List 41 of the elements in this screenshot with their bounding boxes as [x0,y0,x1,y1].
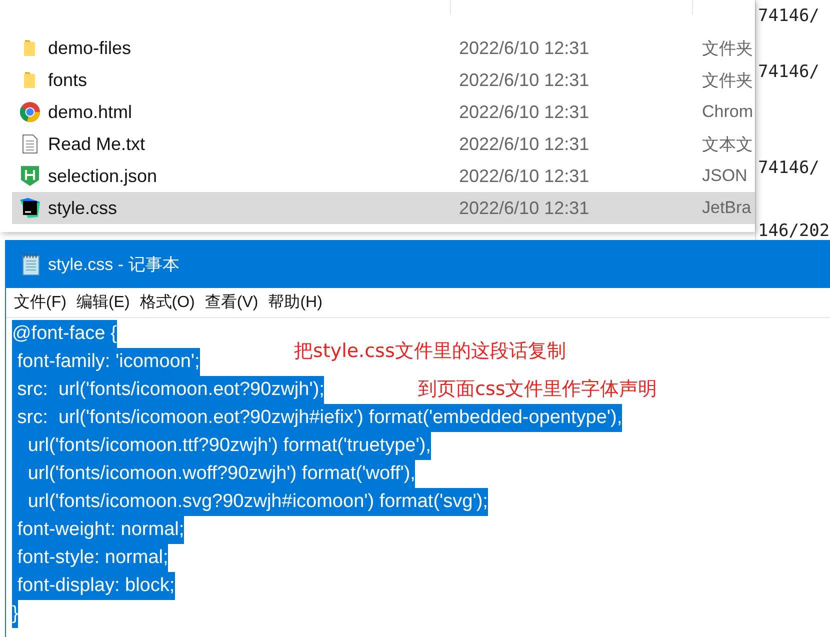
file-date: 2022/6/10 12:31 [459,198,590,218]
file-name: demo-files [48,38,132,58]
file-row[interactable]: style.css 2022/6/10 12:31 JetBra [12,192,755,224]
file-type: 文件夹 [702,38,753,60]
file-row[interactable]: demo-files 2022/6/10 12:31 文件夹 [12,32,755,64]
menu-item[interactable]: 文件(F) [14,292,66,313]
path-text: 74146/ [758,158,820,178]
annotation-text: 把style.css文件里的这段话复制 [294,339,566,364]
file-name: fonts [48,70,88,90]
file-name: style.css [48,198,118,218]
file-name: demo.html [48,102,134,122]
app-icon [19,197,41,219]
file-row[interactable]: Read Me.txt 2022/6/10 12:31 文本文 [12,128,755,160]
file-type: 文件夹 [702,70,753,92]
browser-icon [19,101,41,123]
window-title: style.css - 记事本 [48,254,180,276]
file-type: Chrom [702,102,754,122]
file-date: 2022/6/10 12:31 [459,134,590,154]
file-row[interactable]: demo.html 2022/6/10 12:31 Chrom [12,96,755,128]
menu-item[interactable]: 查看(V) [204,292,258,313]
file-row[interactable]: fonts 2022/6/10 12:31 文件夹 [12,64,755,96]
menu-item[interactable]: 帮助(H) [268,292,322,313]
annotation-text: 到页面css文件里作字体声明 [418,377,658,402]
file-date: 2022/6/10 12:31 [459,102,590,122]
file-date: 2022/6/10 12:31 [459,166,590,186]
shield-icon [20,165,40,187]
path-text: 74146/ [758,6,820,26]
file-name: selection.json [48,166,158,186]
notepad-icon [20,252,42,276]
document-icon [21,134,39,154]
file-type: 文本文 [702,134,753,156]
file-type: JetBra [702,198,752,218]
file-name: Read Me.txt [48,134,146,154]
file-type: JSON [702,166,748,186]
menu-item[interactable]: 格式(O) [140,292,195,313]
file-date: 2022/6/10 12:31 [459,70,590,90]
path-text: 146/202 [758,221,830,241]
menu-item[interactable]: 编辑(E) [76,292,130,313]
path-text: 74146/ [758,62,820,82]
file-date: 2022/6/10 12:31 [459,38,590,58]
file-row[interactable]: selection.json 2022/6/10 12:31 JSON [12,160,755,192]
